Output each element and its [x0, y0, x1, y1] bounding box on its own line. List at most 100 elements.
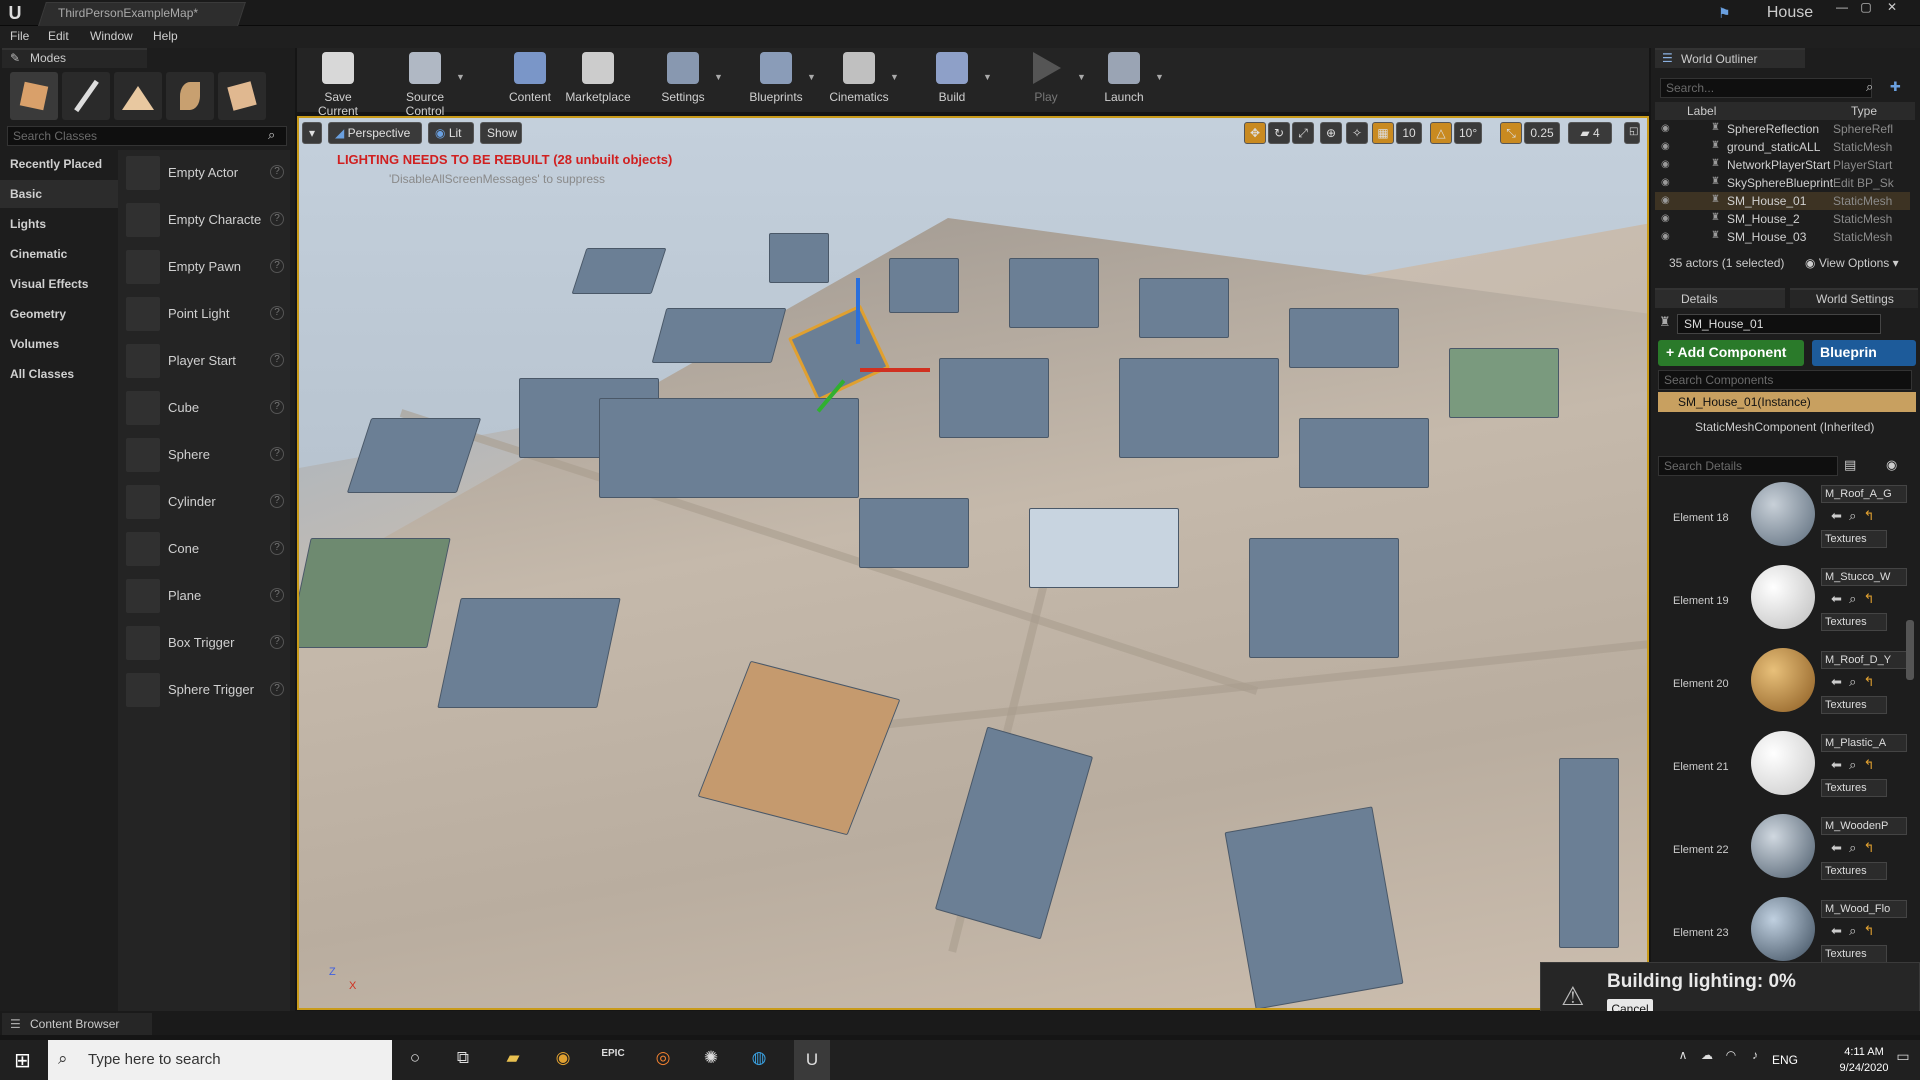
category-volumes[interactable]: Volumes	[0, 330, 118, 358]
gizmo-z-axis[interactable]	[856, 278, 860, 344]
settings-button[interactable]: Settings ▼	[648, 48, 723, 112]
search-icon[interactable]: ⌕	[268, 127, 275, 143]
material-thumbnail[interactable]	[1751, 648, 1815, 712]
help-icon[interactable]: ?	[270, 635, 284, 649]
class-item[interactable]: Cone?	[126, 528, 290, 570]
help-icon[interactable]: ?	[270, 306, 284, 320]
tab-world-settings[interactable]: World Settings	[1790, 288, 1918, 308]
epic-games-icon[interactable]: EPIC	[600, 1048, 626, 1072]
material-thumbnail[interactable]	[1751, 565, 1815, 629]
actor-name-field[interactable]: SM_House_01	[1677, 314, 1881, 334]
reset-arrow-icon[interactable]: ⬅	[1831, 591, 1842, 606]
use-selected-icon[interactable]: ↰	[1864, 840, 1875, 855]
use-selected-icon[interactable]: ↰	[1864, 923, 1875, 938]
add-actor-icon[interactable]: ✚	[1890, 79, 1901, 95]
rotation-snap-icon[interactable]: △	[1430, 122, 1452, 144]
outliner-search-input[interactable]: Search...	[1660, 78, 1872, 98]
paint-mode-icon[interactable]	[62, 72, 110, 120]
component-instance[interactable]: SM_House_01(Instance)	[1658, 392, 1916, 412]
browse-icon[interactable]: ⌕	[1849, 674, 1856, 689]
outliner-row[interactable]: ◉ ♜ SM_House_03 StaticMesh	[1655, 228, 1910, 246]
file-explorer-icon[interactable]: ▰	[500, 1048, 526, 1072]
taskbar-search-input[interactable]: Type here to search	[48, 1040, 392, 1080]
app-icon[interactable]: ✺	[698, 1048, 724, 1072]
lit-button[interactable]: ◉ Lit	[428, 122, 474, 144]
show-button[interactable]: Show	[480, 122, 522, 144]
use-selected-icon[interactable]: ↰	[1864, 591, 1875, 606]
house[interactable]	[1449, 348, 1559, 418]
translate-icon[interactable]: ✥	[1244, 122, 1266, 144]
textures-dropdown[interactable]: Textures	[1821, 862, 1887, 880]
browse-icon[interactable]: ⌕	[1849, 923, 1856, 938]
language-indicator[interactable]: ENG	[1772, 1053, 1798, 1067]
class-item[interactable]: Cube?	[126, 387, 290, 429]
help-icon[interactable]: ?	[270, 212, 284, 226]
menu-edit[interactable]: Edit	[48, 29, 69, 43]
grid-snap-icon[interactable]: ▦	[1372, 122, 1394, 144]
reset-arrow-icon[interactable]: ⬅	[1831, 508, 1842, 523]
house[interactable]	[1224, 806, 1404, 1008]
cloud-icon[interactable]: ☁	[1694, 1048, 1720, 1072]
house[interactable]	[1289, 308, 1399, 368]
visibility-eye-icon[interactable]: ◉	[1661, 231, 1673, 243]
edge-icon[interactable]: ◍	[746, 1048, 772, 1072]
category-cinematic[interactable]: Cinematic	[0, 240, 118, 268]
category-basic[interactable]: Basic	[0, 180, 118, 208]
grid-view-icon[interactable]: ▤	[1844, 457, 1856, 473]
component-inherited[interactable]: StaticMeshComponent (Inherited)	[1675, 420, 1874, 434]
eye-icon[interactable]: ◉	[1886, 457, 1897, 473]
house[interactable]	[1299, 418, 1429, 488]
gizmo-x-axis[interactable]	[860, 368, 930, 372]
help-icon[interactable]: ?	[270, 353, 284, 367]
menu-help[interactable]: Help	[153, 29, 178, 43]
scale-icon[interactable]: ⤢	[1292, 122, 1314, 144]
help-icon[interactable]: ?	[270, 165, 284, 179]
textures-dropdown[interactable]: Textures	[1821, 613, 1887, 631]
column-label[interactable]: Label	[1687, 104, 1716, 118]
column-type[interactable]: Type	[1851, 104, 1877, 118]
house[interactable]	[1009, 258, 1099, 328]
search-classes-input[interactable]: Search Classes	[7, 126, 287, 146]
visibility-eye-icon[interactable]: ◉	[1661, 159, 1673, 171]
outliner-row[interactable]: ◉ ♜ SM_House_01 StaticMesh	[1655, 192, 1910, 210]
outliner-row[interactable]: ◉ ♜ SphereReflection SphereRefl	[1655, 120, 1910, 138]
unreal-taskbar-icon[interactable]: U	[794, 1040, 830, 1080]
menu-file[interactable]: File	[10, 29, 29, 43]
cinematics-button[interactable]: Cinematics ▼	[824, 48, 899, 112]
reset-arrow-icon[interactable]: ⬅	[1831, 923, 1842, 938]
blender-icon[interactable]: ◎	[650, 1048, 676, 1072]
view-options-button[interactable]: ◉ View Options ▾	[1805, 256, 1899, 270]
outliner-row[interactable]: ◉ ♜ SkySphereBlueprint Edit BP_Sk	[1655, 174, 1910, 192]
visibility-eye-icon[interactable]: ◉	[1661, 195, 1673, 207]
modes-tab[interactable]	[2, 48, 147, 68]
reset-arrow-icon[interactable]: ⬅	[1831, 840, 1842, 855]
camera-speed[interactable]: ▰ 4	[1568, 122, 1612, 144]
house[interactable]	[299, 538, 451, 648]
search-details-input[interactable]: Search Details	[1658, 456, 1838, 476]
minimize-icon[interactable]: —	[1830, 0, 1854, 16]
use-selected-icon[interactable]: ↰	[1864, 674, 1875, 689]
notification-icon[interactable]: ▭	[1890, 1048, 1916, 1072]
clock-time[interactable]: 4:11 AM	[1834, 1046, 1894, 1058]
visibility-eye-icon[interactable]: ◉	[1661, 141, 1673, 153]
help-icon[interactable]: ?	[270, 259, 284, 273]
add-component-button[interactable]: + Add Component	[1658, 340, 1804, 366]
maximize-viewport-icon[interactable]: ◱	[1624, 122, 1640, 144]
close-icon[interactable]: ✕	[1880, 0, 1904, 16]
visibility-eye-icon[interactable]: ◉	[1661, 213, 1673, 225]
house[interactable]	[1559, 758, 1619, 948]
material-thumbnail[interactable]	[1751, 897, 1815, 961]
task-view-icon[interactable]: ⧉	[450, 1048, 476, 1072]
house[interactable]	[769, 233, 829, 283]
reset-arrow-icon[interactable]: ⬅	[1831, 674, 1842, 689]
reset-arrow-icon[interactable]: ⬅	[1831, 757, 1842, 772]
browse-icon[interactable]: ⌕	[1849, 757, 1856, 772]
maximize-icon[interactable]: ▢	[1854, 0, 1878, 16]
foliage-mode-icon[interactable]	[166, 72, 214, 120]
source-control-button[interactable]: Source Control ▼	[390, 48, 465, 118]
textures-dropdown[interactable]: Textures	[1821, 779, 1887, 797]
windows-start-icon[interactable]: ⊞	[14, 1048, 36, 1072]
category-all-classes[interactable]: All Classes	[0, 360, 118, 388]
class-item[interactable]: Sphere?	[126, 434, 290, 476]
scale-snap-value[interactable]: 0.25	[1524, 122, 1560, 144]
